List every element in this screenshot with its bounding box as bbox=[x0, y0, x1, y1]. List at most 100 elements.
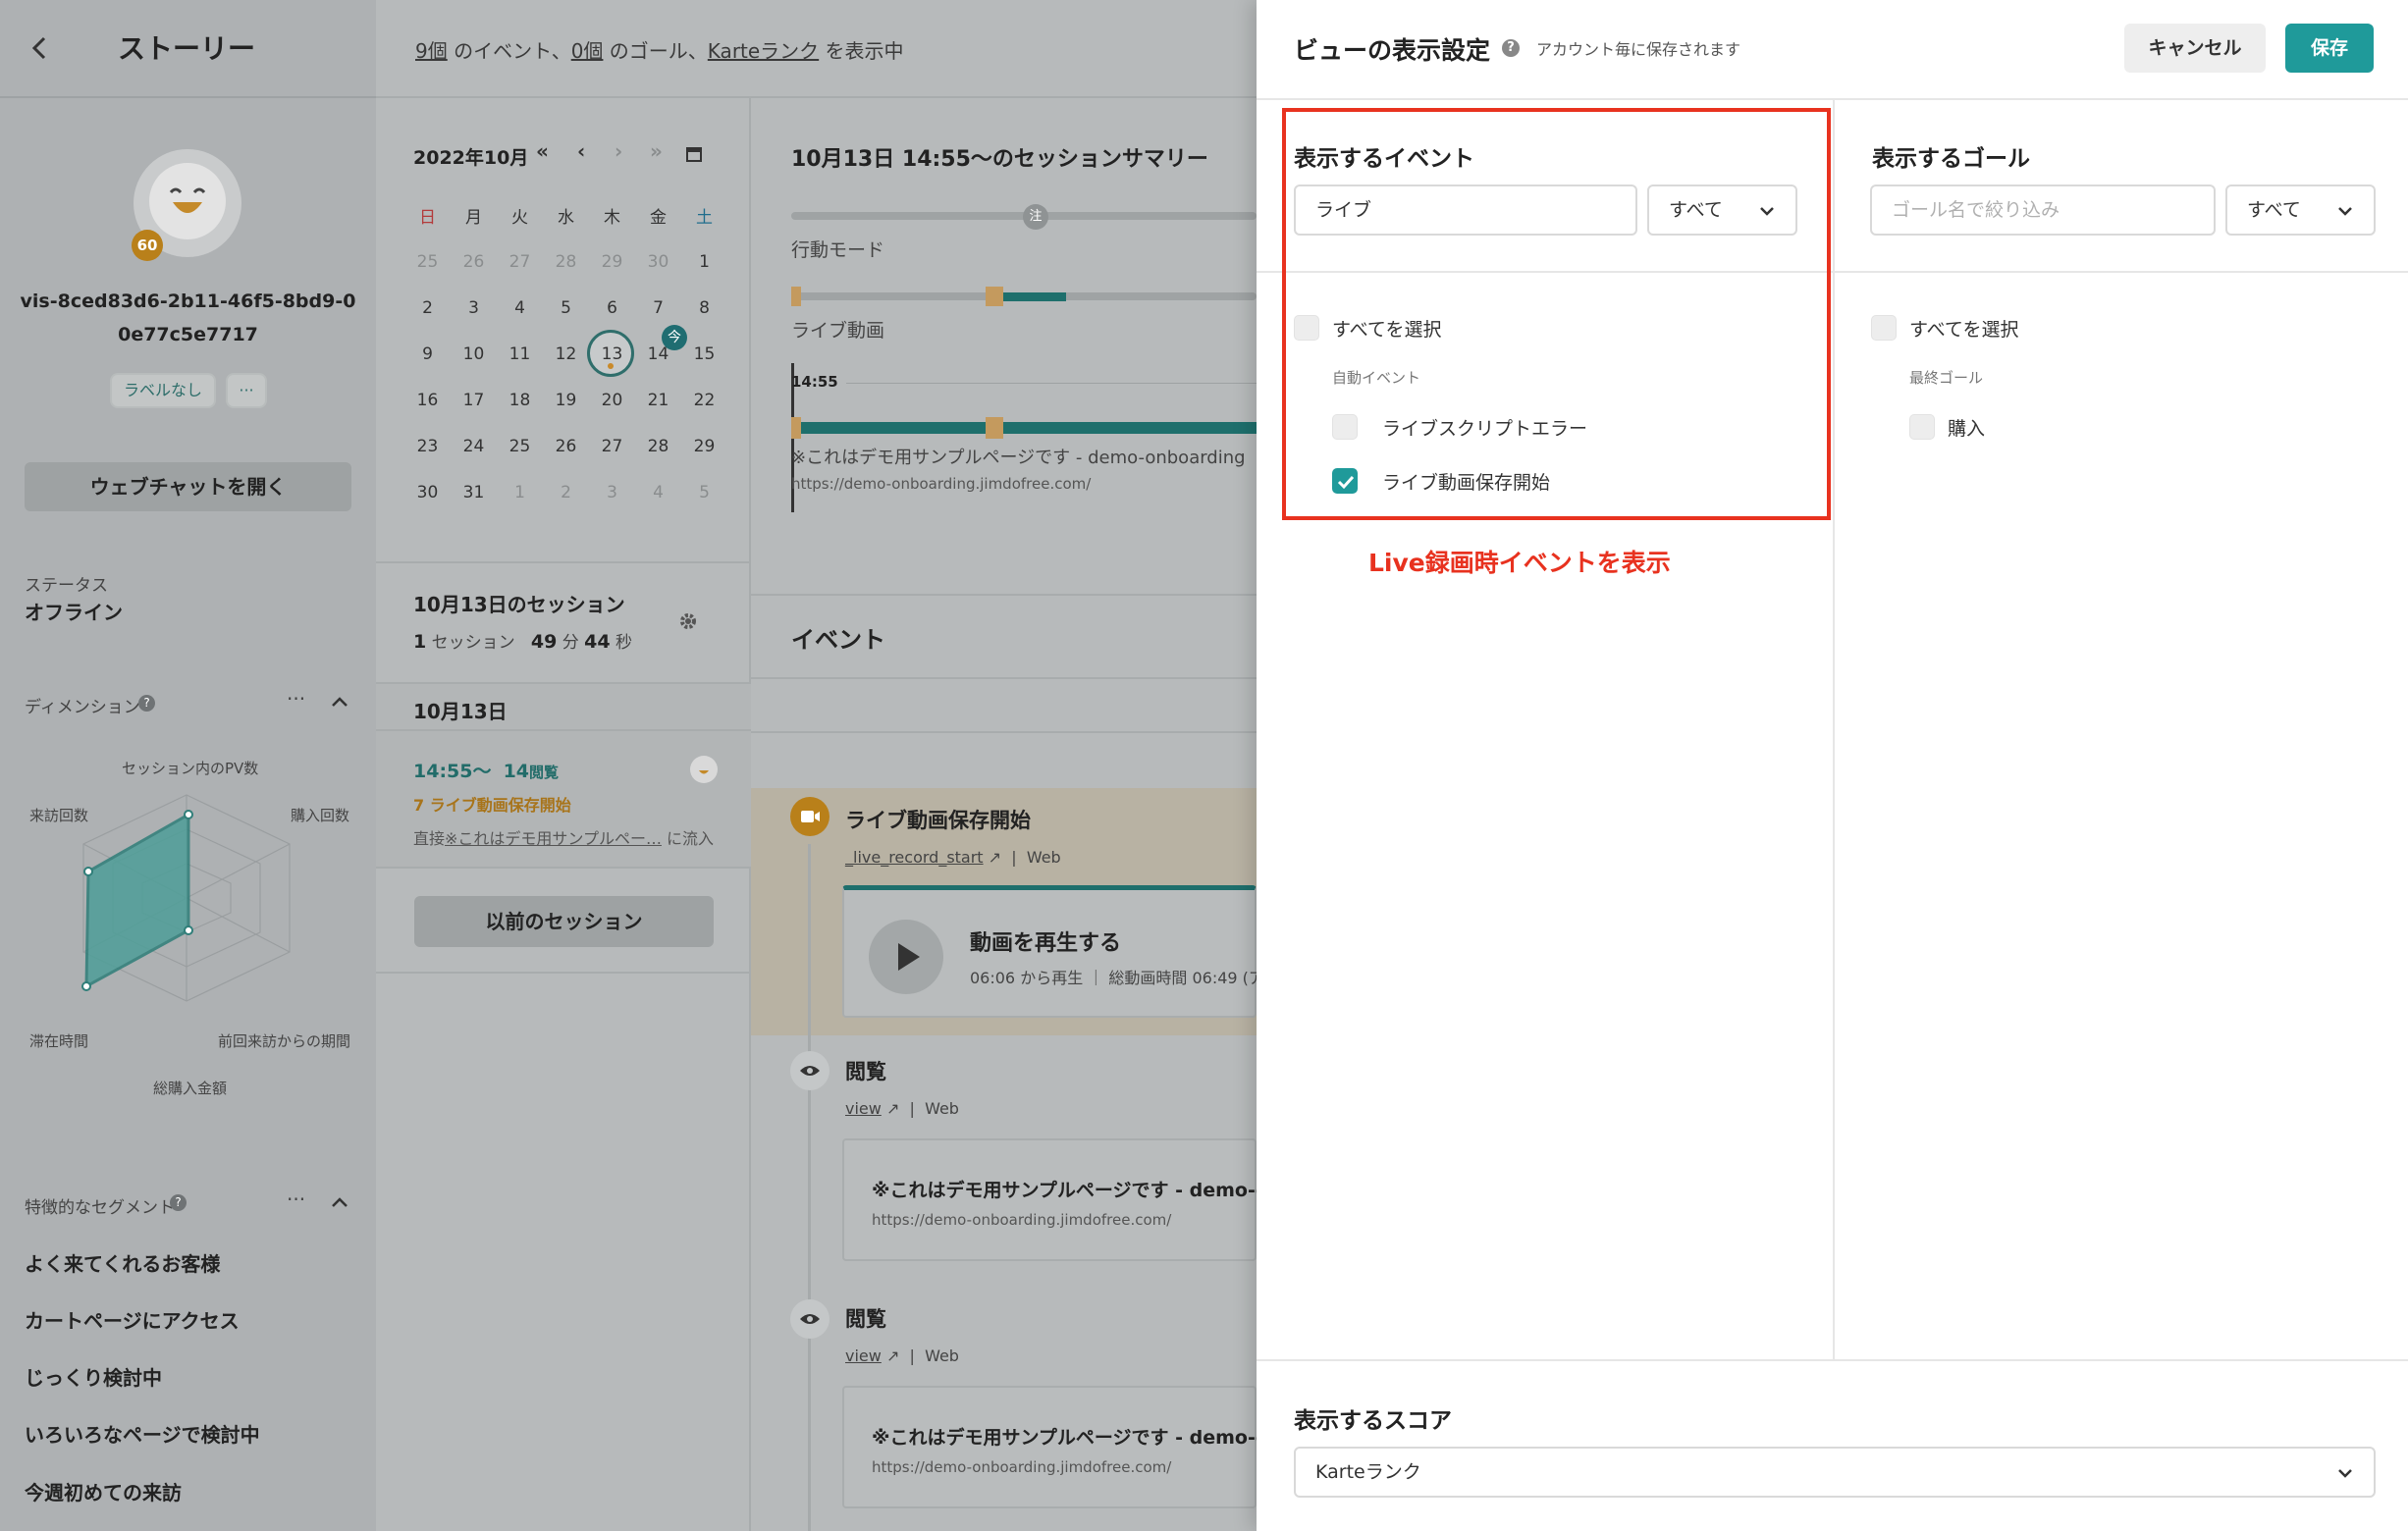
gear-icon[interactable] bbox=[678, 611, 698, 631]
calendar-day[interactable]: 11 bbox=[497, 344, 543, 364]
open-webchat-button[interactable]: ウェブチャットを開く bbox=[25, 462, 351, 511]
calendar-day[interactable]: 17 bbox=[451, 391, 497, 410]
calendar-day[interactable]: 30 bbox=[635, 252, 681, 272]
calendar-day[interactable]: 3 bbox=[589, 483, 635, 502]
divider bbox=[1257, 1359, 2408, 1361]
calendar-day[interactable]: 12 bbox=[543, 344, 589, 364]
calendar-day[interactable]: 10 bbox=[451, 344, 497, 364]
calendar-day[interactable]: 9 bbox=[404, 344, 451, 364]
calendar-icon[interactable] bbox=[685, 145, 703, 163]
calendar-day[interactable]: 29 bbox=[681, 437, 727, 456]
calendar-day[interactable]: 3 bbox=[451, 298, 497, 318]
segment-item: よく来てくれるお客様 bbox=[25, 1252, 221, 1276]
session-row[interactable]: 14:55〜 14閲覧 7 ライブ動画保存開始 直接※これはデモ用サンプルペー…… bbox=[376, 731, 751, 869]
calendar-day[interactable]: 21 bbox=[635, 391, 681, 410]
event-link[interactable]: view bbox=[845, 1099, 882, 1118]
calendar-day[interactable]: 27 bbox=[497, 252, 543, 272]
calendar-day[interactable]: 27 bbox=[589, 437, 635, 456]
story-sidebar: ストーリー 60 vis-8ced83d6-2b11-46f5-8bd9-00e… bbox=[0, 0, 376, 1531]
calendar-day[interactable]: 1 bbox=[497, 483, 543, 502]
event-title: 閲覧 bbox=[845, 1307, 886, 1331]
segment-menu-icon[interactable]: ··· bbox=[287, 1188, 305, 1211]
calendar-day-selected[interactable]: 13 bbox=[589, 344, 635, 364]
calendar-day[interactable]: 20 bbox=[589, 391, 635, 410]
calendar-day[interactable]: 28 bbox=[635, 437, 681, 456]
play-button[interactable] bbox=[869, 920, 943, 994]
video-card[interactable]: 動画を再生する 06:06 から再生 ｜ 総動画時間 06:49 (ア bbox=[842, 885, 1264, 1018]
calendar-day[interactable]: 28 bbox=[543, 252, 589, 272]
next-year-button[interactable]: » bbox=[650, 139, 663, 163]
calendar-day[interactable]: 1 bbox=[681, 252, 727, 272]
goal-checkbox[interactable] bbox=[1909, 414, 1935, 440]
video-subtitle: 06:06 から再生 ｜ 総動画時間 06:49 (ア bbox=[970, 969, 1264, 987]
next-month-button[interactable]: › bbox=[615, 139, 622, 163]
help-icon[interactable]: ? bbox=[170, 1194, 187, 1211]
session-date-header: 10月13日 bbox=[376, 682, 751, 731]
collapse-chevron-icon[interactable] bbox=[330, 695, 349, 709]
goals-count-link[interactable]: 0個 bbox=[571, 39, 604, 63]
external-link-icon[interactable]: ↗ bbox=[886, 1099, 899, 1118]
events-count-link[interactable]: 9個 bbox=[415, 39, 448, 63]
calendar-day[interactable]: 5 bbox=[681, 483, 727, 502]
calendar-day[interactable]: 7 bbox=[635, 298, 681, 318]
help-icon[interactable]: ? bbox=[1502, 39, 1520, 57]
calendar-day[interactable]: 23 bbox=[404, 437, 451, 456]
attention-marker[interactable]: 注 bbox=[1023, 204, 1048, 230]
calendar-day[interactable]: 22 bbox=[681, 391, 727, 410]
calendar-day[interactable]: 24 bbox=[451, 437, 497, 456]
calendar-day[interactable]: 29 bbox=[589, 252, 635, 272]
calendar-day[interactable]: 4 bbox=[635, 483, 681, 502]
calendar-day[interactable]: 4 bbox=[497, 298, 543, 318]
help-icon[interactable]: ? bbox=[138, 695, 155, 712]
calendar-day[interactable]: 16 bbox=[404, 391, 451, 410]
weekday-row: 日 月 火 水 木 金 土 bbox=[404, 192, 728, 238]
calendar-day[interactable]: 5 bbox=[543, 298, 589, 318]
event-meta: view ↗ | Web bbox=[845, 1099, 959, 1118]
score-link[interactable]: Karteランク bbox=[708, 39, 819, 63]
goal-filter-input[interactable]: ゴール名で絞り込み bbox=[1870, 185, 2216, 236]
prev-year-button[interactable]: « bbox=[536, 139, 549, 163]
calendar-day[interactable]: 18 bbox=[497, 391, 543, 410]
save-button[interactable]: 保存 bbox=[2285, 24, 2374, 73]
calendar-day[interactable]: 26 bbox=[543, 437, 589, 456]
event-link[interactable]: view bbox=[845, 1346, 882, 1365]
select-all-goals-checkbox[interactable] bbox=[1871, 315, 1897, 341]
divider bbox=[846, 383, 1257, 384]
previous-sessions-button[interactable]: 以前のセッション bbox=[414, 896, 714, 947]
calendar-day[interactable]: 15 bbox=[681, 344, 727, 364]
radar-label-pv: セッション内のPV数 bbox=[122, 760, 259, 777]
calendar-day[interactable]: 19 bbox=[543, 391, 589, 410]
page-card[interactable]: ※これはデモ用サンプルページです - demo-o https://demo-o… bbox=[842, 1138, 1268, 1261]
external-link-icon[interactable]: ↗ bbox=[886, 1346, 899, 1365]
label-chip[interactable]: ラベルなし bbox=[110, 373, 216, 408]
collapse-chevron-icon[interactable] bbox=[330, 1195, 349, 1209]
smiley-face-icon bbox=[690, 756, 718, 783]
score-select[interactable]: Karteランク bbox=[1294, 1447, 2376, 1498]
external-link-icon[interactable]: ↗ bbox=[989, 848, 1001, 867]
select-all-goals-label: すべてを選択 bbox=[1909, 319, 2019, 341]
dimension-menu-icon[interactable]: ··· bbox=[287, 687, 305, 711]
calendar-day[interactable]: 25 bbox=[404, 252, 451, 272]
calendar-day[interactable]: 6 bbox=[589, 298, 635, 318]
calendar-day[interactable]: 2 bbox=[543, 483, 589, 502]
goal-type-select[interactable]: すべて bbox=[2225, 185, 2376, 236]
event-link[interactable]: _live_record_start bbox=[845, 848, 984, 867]
more-options-button[interactable]: ··· bbox=[226, 373, 267, 408]
goals-section-title: 表示するゴール bbox=[1872, 146, 2030, 172]
calendar-day[interactable]: 31 bbox=[451, 483, 497, 502]
prev-month-button[interactable]: ‹ bbox=[577, 139, 585, 163]
status-label: ステータス bbox=[25, 576, 108, 596]
calendar-day[interactable]: 26 bbox=[451, 252, 497, 272]
score-text: を表示中 bbox=[819, 39, 904, 63]
source-link[interactable]: ※これはデモ用サンプルペー… bbox=[445, 829, 662, 848]
calendar-day[interactable]: 8 bbox=[681, 298, 727, 318]
calendar-day[interactable]: 2 bbox=[404, 298, 451, 318]
live-video-label: ライブ動画 bbox=[791, 320, 885, 342]
calendar-day[interactable]: 30 bbox=[404, 483, 451, 502]
cancel-button[interactable]: キャンセル bbox=[2124, 24, 2266, 73]
page-card[interactable]: ※これはデモ用サンプルページです - demo-o https://demo-o… bbox=[842, 1386, 1268, 1508]
calendar-day[interactable]: 25 bbox=[497, 437, 543, 456]
week-row: 2 3 4 5 6 7 8 bbox=[404, 285, 728, 331]
smiley-face-icon bbox=[149, 163, 226, 239]
back-arrow-icon[interactable] bbox=[26, 33, 55, 63]
